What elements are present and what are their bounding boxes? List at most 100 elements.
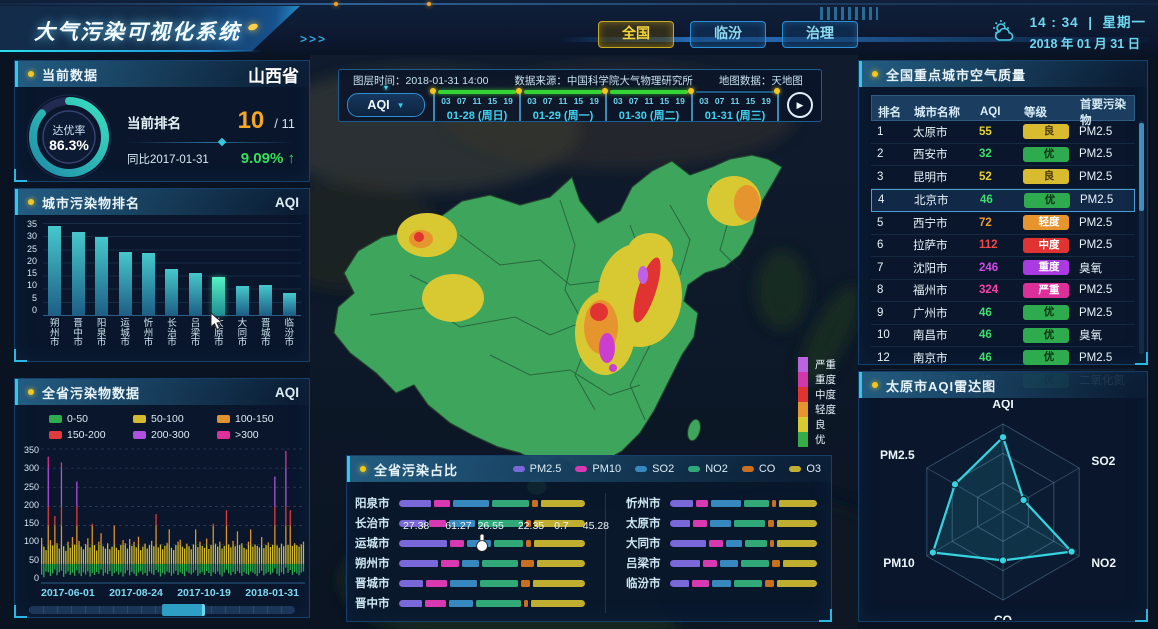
stacked-bar[interactable] — [670, 540, 817, 547]
bar-segment-CO[interactable] — [770, 540, 774, 547]
bar-segment-PM2.5[interactable] — [670, 560, 700, 567]
aqi-bar[interactable] — [72, 232, 85, 315]
aqi-bar[interactable] — [119, 252, 132, 315]
bar-segment-PM2.5[interactable] — [670, 580, 689, 587]
bar-segment-SO2[interactable] — [726, 540, 742, 547]
bar-segment-PM10[interactable] — [434, 500, 449, 507]
table-row[interactable]: 10南昌市46优臭氧 — [871, 325, 1135, 348]
bar-segment-O3[interactable] — [777, 520, 817, 527]
bar-segment-CO[interactable] — [768, 520, 774, 527]
bar-segment-NO2[interactable] — [734, 580, 763, 587]
bar-segment-O3[interactable] — [537, 560, 585, 567]
bar-segment-NO2[interactable] — [745, 540, 767, 547]
bar-segment-O3[interactable] — [534, 540, 585, 547]
table-scrollbar[interactable] — [1139, 121, 1144, 354]
bar-segment-CO[interactable] — [526, 540, 531, 547]
aqi-bar[interactable] — [212, 277, 225, 315]
bar-segment-NO2[interactable] — [476, 600, 521, 607]
metric-dropdown[interactable]: ▼ AQI ▼ — [347, 93, 425, 117]
bar-segment-PM2.5[interactable] — [670, 540, 706, 547]
stacked-bar[interactable] — [399, 580, 585, 587]
bar-segment-SO2[interactable] — [711, 500, 741, 507]
bar-segment-SO2[interactable] — [462, 560, 479, 567]
bar-segment-PM10[interactable] — [450, 540, 464, 547]
stacked-bar[interactable] — [399, 500, 585, 507]
bar-segment-PM2.5[interactable] — [399, 560, 438, 567]
tab-governance[interactable]: 治理 — [782, 21, 858, 48]
bar-segment-SO2[interactable] — [450, 580, 476, 587]
table-row[interactable]: 5西宁市72轻度PM2.5 — [871, 212, 1135, 235]
bar-segment-SO2[interactable] — [449, 600, 473, 607]
bar-segment-PM10[interactable] — [426, 580, 447, 587]
table-row[interactable]: 4北京市46优PM2.5 — [871, 189, 1135, 213]
bar-segment-PM10[interactable] — [425, 600, 446, 607]
tab-linfen[interactable]: 临汾 — [690, 21, 766, 48]
bar-segment-CO[interactable] — [772, 500, 776, 507]
bar-segment-O3[interactable] — [777, 580, 817, 587]
bar-segment-CO[interactable] — [772, 560, 779, 567]
bar-segment-NO2[interactable] — [744, 500, 770, 507]
bar-segment-PM10[interactable] — [709, 540, 722, 547]
bar-segment-NO2[interactable] — [492, 500, 530, 507]
bar-segment-PM2.5[interactable] — [670, 500, 693, 507]
bar-segment-CO[interactable] — [521, 560, 534, 567]
bar-segment-O3[interactable] — [531, 600, 585, 607]
bar-segment-CO[interactable] — [765, 580, 774, 587]
bar-segment-O3[interactable] — [541, 500, 585, 507]
scrollbar-handle[interactable] — [1139, 123, 1144, 211]
stacked-bar[interactable] — [670, 560, 817, 567]
aqi-bar[interactable] — [165, 269, 178, 315]
play-button[interactable]: ▶ — [787, 92, 813, 118]
bar-segment-SO2[interactable] — [712, 580, 731, 587]
table-row[interactable]: 2西安市32优PM2.5 — [871, 144, 1135, 167]
bar-segment-NO2[interactable] — [480, 580, 518, 587]
aqi-bar[interactable] — [48, 226, 61, 315]
table-row[interactable]: 3昆明市52良PM2.5 — [871, 166, 1135, 189]
bar-segment-PM10[interactable] — [692, 580, 709, 587]
bar-segment-PM10[interactable] — [693, 520, 707, 527]
table-row[interactable]: 6拉萨市112中度PM2.5 — [871, 235, 1135, 258]
bar-segment-PM10[interactable] — [703, 560, 717, 567]
bar-segment-PM2.5[interactable] — [399, 500, 431, 507]
stacked-bar[interactable] — [399, 600, 585, 607]
stacked-bar[interactable] — [670, 580, 817, 587]
tab-national[interactable]: 全国 — [598, 21, 674, 48]
bar-segment-SO2[interactable] — [467, 540, 491, 547]
bar-segment-PM10[interactable] — [696, 500, 708, 507]
timeline-day[interactable]: 030711151901-31 (周三) — [691, 89, 777, 121]
stacked-bar[interactable] — [399, 540, 585, 547]
bar-segment-SO2[interactable] — [720, 560, 737, 567]
aqi-bar[interactable] — [189, 273, 202, 315]
bar-segment-NO2[interactable] — [734, 520, 766, 527]
timeline-day[interactable]: 030711151901-28 (周日) — [433, 89, 519, 121]
stacked-bar[interactable] — [399, 560, 585, 567]
table-row[interactable]: 9广州市46优PM2.5 — [871, 302, 1135, 325]
bar-segment-SO2[interactable] — [453, 500, 489, 507]
bar-segment-CO[interactable] — [532, 500, 537, 507]
scrollbar-handle[interactable] — [162, 604, 205, 616]
bar-segment-SO2[interactable] — [710, 520, 730, 527]
bar-segment-PM2.5[interactable] — [670, 520, 690, 527]
stacked-bar[interactable] — [670, 500, 817, 507]
timeline-day[interactable]: 030711151901-29 (周一) — [519, 89, 605, 121]
bar-segment-O3[interactable] — [779, 500, 817, 507]
bar-segment-CO[interactable] — [524, 600, 527, 607]
bar-segment-NO2[interactable] — [482, 560, 519, 567]
bar-segment-O3[interactable] — [783, 560, 817, 567]
bar-segment-CO[interactable] — [521, 580, 530, 587]
aqi-bar[interactable] — [259, 285, 272, 315]
bar-segment-NO2[interactable] — [494, 540, 523, 547]
aqi-bar[interactable] — [95, 237, 108, 315]
timeline[interactable]: 030711151901-28 (周日)030711151901-29 (周一)… — [433, 89, 779, 121]
stacked-bar[interactable] — [670, 520, 817, 527]
bar-segment-PM10[interactable] — [441, 560, 459, 567]
table-row[interactable]: 12南京市46优PM2.5 — [871, 347, 1135, 370]
table-row[interactable]: 7沈阳市246重度臭氧 — [871, 257, 1135, 280]
table-row[interactable]: 8福州市324严重PM2.5 — [871, 280, 1135, 303]
bar-segment-PM2.5[interactable] — [399, 600, 422, 607]
aqi-bar[interactable] — [283, 293, 296, 315]
bar-segment-PM2.5[interactable] — [399, 540, 447, 547]
bar-segment-O3[interactable] — [533, 580, 585, 587]
bar-segment-O3[interactable] — [777, 540, 817, 547]
aqi-bar[interactable] — [236, 286, 249, 315]
